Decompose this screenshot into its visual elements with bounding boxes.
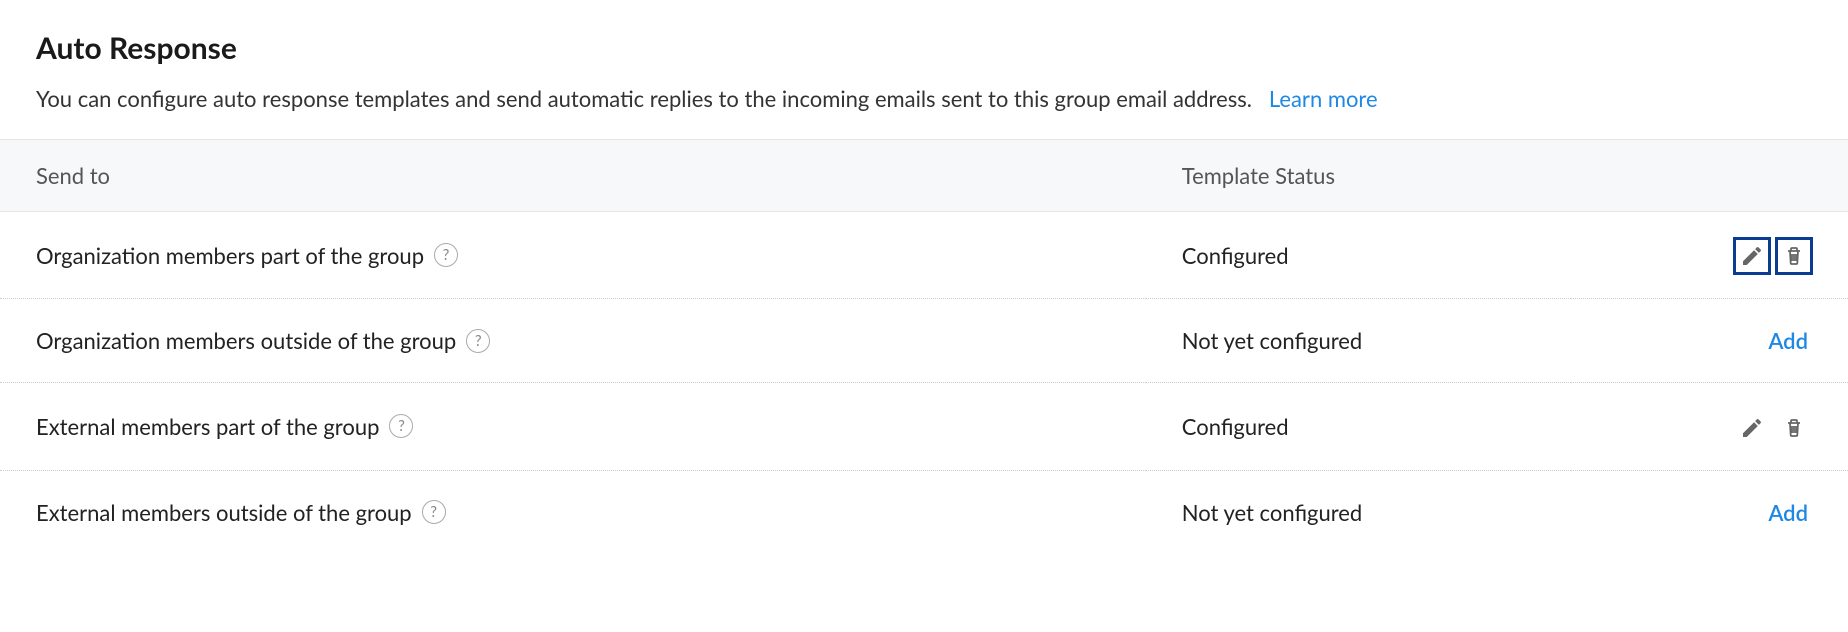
page-subtitle: You can configure auto response template… xyxy=(36,84,1812,115)
table-row: External members outside of the group?No… xyxy=(0,470,1848,554)
help-icon[interactable]: ? xyxy=(422,500,446,524)
page-title: Auto Response xyxy=(36,30,1812,66)
status-cell: Not yet configured xyxy=(1146,470,1571,554)
help-icon[interactable]: ? xyxy=(466,329,490,353)
table-row: Organization members outside of the grou… xyxy=(0,299,1848,383)
table-row: External members part of the group?Confi… xyxy=(0,383,1848,470)
col-header-actions xyxy=(1571,139,1848,211)
send-to-label: Organization members part of the group xyxy=(36,242,424,269)
send-to-cell: Organization members part of the group? xyxy=(0,211,1146,298)
add-button[interactable]: Add xyxy=(1768,327,1808,354)
delete-icon[interactable] xyxy=(1780,242,1808,270)
subtitle-text: You can configure auto response template… xyxy=(36,85,1252,112)
col-header-send-to: Send to xyxy=(0,139,1146,211)
actions-cell: Add xyxy=(1571,299,1848,383)
header-area: Auto Response You can configure auto res… xyxy=(0,0,1848,139)
col-header-template-status: Template Status xyxy=(1146,139,1571,211)
edit-icon[interactable] xyxy=(1738,242,1766,270)
send-to-cell: External members part of the group? xyxy=(0,383,1146,470)
status-cell: Not yet configured xyxy=(1146,299,1571,383)
actions-cell: Add xyxy=(1571,470,1848,554)
actions-cell xyxy=(1571,383,1848,470)
table-row: Organization members part of the group?C… xyxy=(0,211,1848,298)
edit-icon[interactable] xyxy=(1738,414,1766,442)
add-button[interactable]: Add xyxy=(1768,499,1808,526)
delete-icon[interactable] xyxy=(1780,414,1808,442)
send-to-label: Organization members outside of the grou… xyxy=(36,327,456,354)
help-icon[interactable]: ? xyxy=(389,414,413,438)
auto-response-panel: Auto Response You can configure auto res… xyxy=(0,0,1848,554)
auto-response-table: Send to Template Status Organization mem… xyxy=(0,139,1848,554)
send-to-label: External members outside of the group xyxy=(36,499,412,526)
actions-cell xyxy=(1571,211,1848,298)
help-icon[interactable]: ? xyxy=(434,243,458,267)
learn-more-link[interactable]: Learn more xyxy=(1269,85,1378,112)
status-cell: Configured xyxy=(1146,383,1571,470)
table-header-row: Send to Template Status xyxy=(0,139,1848,211)
status-cell: Configured xyxy=(1146,211,1571,298)
send-to-cell: Organization members outside of the grou… xyxy=(0,299,1146,383)
send-to-cell: External members outside of the group? xyxy=(0,470,1146,554)
send-to-label: External members part of the group xyxy=(36,413,379,440)
